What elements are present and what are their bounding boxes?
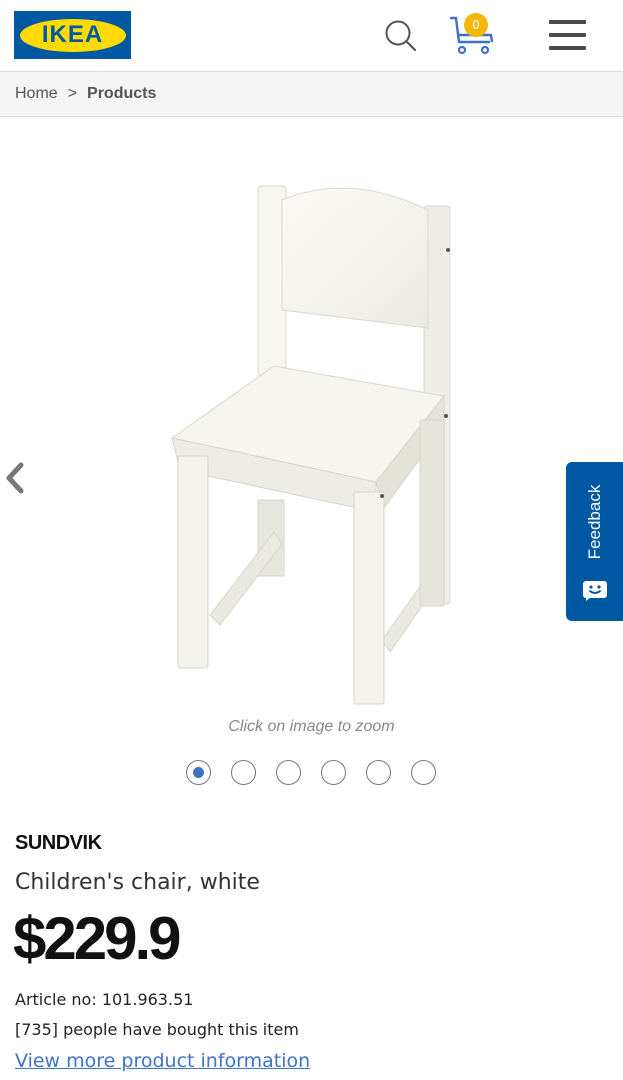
- cart-count-badge: 0: [464, 13, 488, 37]
- hamburger-menu-icon: [549, 20, 586, 24]
- ikea-logo[interactable]: IKEA: [14, 11, 131, 59]
- hamburger-line: [549, 33, 586, 37]
- smile-chat-icon: [583, 581, 607, 601]
- feedback-tab[interactable]: Feedback: [566, 462, 623, 621]
- zoom-hint: Click on image to zoom: [228, 718, 395, 735]
- gallery-dot-2[interactable]: [231, 760, 256, 785]
- gallery-prev-button[interactable]: [0, 460, 30, 496]
- cart-button[interactable]: 0: [447, 12, 497, 58]
- search-icon: [385, 20, 417, 52]
- chair-image: [170, 185, 451, 705]
- breadcrumb-current: Products: [87, 85, 157, 102]
- product-description: Children's chair, white: [15, 870, 260, 895]
- breadcrumb-home-link[interactable]: Home: [15, 85, 58, 103]
- menu-button[interactable]: [547, 18, 587, 52]
- hamburger-line: [549, 46, 586, 50]
- search-button[interactable]: [381, 16, 421, 56]
- product-price: $229.9: [13, 905, 182, 972]
- gallery-dot-6[interactable]: [411, 760, 436, 785]
- gallery-dots: [186, 760, 446, 788]
- product-article-number: Article no: 101.963.51: [15, 990, 194, 1009]
- chevron-left-icon: [6, 462, 24, 494]
- view-more-info-link[interactable]: View more product information: [15, 1050, 310, 1072]
- feedback-label: Feedback: [584, 484, 604, 560]
- gallery-dot-3[interactable]: [276, 760, 301, 785]
- top-header: IKEA 0: [0, 0, 623, 72]
- gallery-dot-1[interactable]: [186, 760, 211, 785]
- product-image[interactable]: [150, 170, 470, 710]
- product-name: SUNDVIK: [15, 832, 102, 854]
- gallery-dot-4[interactable]: [321, 760, 346, 785]
- logo-oval: IKEA: [19, 18, 126, 52]
- logo-text: IKEA: [41, 21, 104, 48]
- breadcrumb: Home > Products: [0, 72, 623, 117]
- breadcrumb-separator: >: [67, 85, 78, 102]
- product-bought-count: [735] people have bought this item: [15, 1020, 299, 1039]
- gallery-dot-5[interactable]: [366, 760, 391, 785]
